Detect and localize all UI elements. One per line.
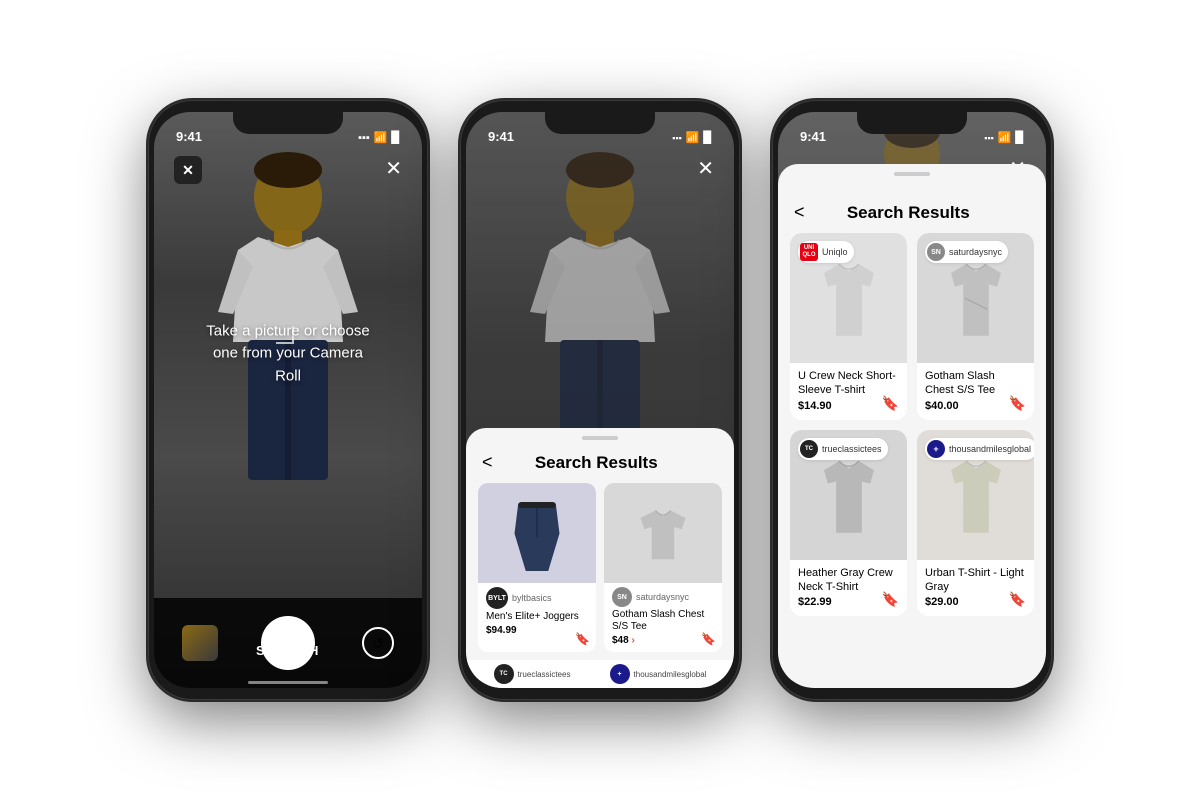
trueclassic-brand-badge: TC trueclassictees: [798, 438, 888, 460]
product-card-joggers[interactable]: BYLT byltbasics Men's Elite+ Joggers $94…: [478, 483, 596, 652]
bookmark-joggers[interactable]: 🔖: [575, 632, 590, 646]
search-results-sheet-3: < Search Results UNIQLO Uniqlo: [778, 164, 1046, 688]
back-button-2[interactable]: <: [482, 452, 493, 473]
bylt-brand-name: byltbasics: [512, 593, 552, 603]
signal-icon-2: ▪▪▪: [672, 133, 682, 143]
product-image-uniqlo: UNIQLO Uniqlo: [790, 233, 907, 363]
signal-icon: ▪▪▪: [358, 132, 370, 144]
wifi-icon: 📶: [374, 131, 388, 144]
thousandmiles-brand-badge: + thousandmilesglobal: [925, 438, 1034, 460]
product-card-saturdays[interactable]: SN saturdaysnyc Gotham Slash Chest S/S T…: [917, 233, 1034, 420]
products-grid-3: UNIQLO Uniqlo U Crew Neck Short-Sleeve T…: [778, 233, 1046, 616]
product-card-thousandmiles[interactable]: + thousandmilesglobal Urban T-Shirt - Li…: [917, 430, 1034, 617]
close-button-2[interactable]: ✕: [697, 156, 714, 181]
sheet-header-2: < Search Results: [466, 452, 734, 483]
camera-instruction-text: Take a picture or choose one from your C…: [198, 320, 378, 388]
signal-icon-3: ▪▪▪: [984, 133, 994, 143]
back-button-3[interactable]: <: [794, 202, 805, 223]
saturdays-brand-label: saturdaysnyc: [949, 247, 1002, 257]
status-icons-3: ▪▪▪ 📶 ▉: [984, 131, 1024, 144]
search-results-sheet-2: < Search Results: [466, 428, 734, 688]
home-indicator-1: [248, 681, 328, 684]
bookmark-tee-2[interactable]: 🔖: [701, 632, 716, 646]
saturdays-brand-badge: SN saturdaysnyc: [925, 241, 1008, 263]
bookmark-thousandmiles[interactable]: 🔖: [1009, 591, 1026, 608]
phone-1: Take a picture or choose one from your C…: [148, 100, 428, 700]
saturdays-logo: SN: [927, 243, 945, 261]
product-image-trueclassic: TC trueclassictees: [790, 430, 907, 560]
product-name-tee-2: Gotham Slash Chest S/S Tee: [612, 609, 714, 633]
uniqlo-brand-badge: UNIQLO Uniqlo: [798, 241, 854, 263]
sheet-title-2: Search Results: [505, 453, 688, 473]
app-logo[interactable]: ✕: [174, 156, 202, 184]
battery-icon-2: ▉: [704, 131, 712, 144]
product-price-joggers: $94.99: [486, 625, 588, 636]
phone-3: 9:41 ▪▪▪ 📶 ▉ ✕ < Search Results: [772, 100, 1052, 700]
sheet-handle-2: [582, 436, 618, 440]
product-image-thousandmiles: + thousandmilesglobal: [917, 430, 1034, 560]
close-button-1[interactable]: ✕: [385, 156, 402, 181]
status-time-1: 9:41: [176, 129, 202, 144]
saturdays-brand-name: saturdaysnyc: [636, 592, 689, 602]
product-name-uniqlo: U Crew Neck Short-Sleeve T-shirt: [798, 369, 899, 398]
product-name-trueclassic: Heather Gray Crew Neck T-Shirt: [798, 566, 899, 595]
sheet-handle-3: [894, 172, 930, 176]
thousandmiles-logo-strip: +: [610, 664, 630, 684]
product-name-joggers: Men's Elite+ Joggers: [486, 611, 588, 623]
saturdays-brand-logo: SN: [612, 587, 632, 607]
product-name-thousandmiles: Urban T-Shirt - Light Gray: [925, 566, 1026, 595]
search-label: SEARCH: [256, 643, 320, 658]
trueclassic-logo: TC: [800, 440, 818, 458]
status-time-3: 9:41: [800, 129, 826, 144]
sheet-title-3: Search Results: [817, 203, 1000, 223]
bookmark-uniqlo[interactable]: 🔖: [882, 395, 899, 412]
notch-3: [857, 112, 967, 134]
product-image-saturdays: SN saturdaysnyc: [917, 233, 1034, 363]
bookmark-saturdays[interactable]: 🔖: [1009, 395, 1026, 412]
sheet-header-3: < Search Results: [778, 188, 1046, 233]
wifi-icon-3: 📶: [998, 131, 1012, 144]
thousandmiles-logo: +: [927, 440, 945, 458]
product-card-tee-2[interactable]: SN saturdaysnyc Gotham Slash Chest S/S T…: [604, 483, 722, 652]
thousandmiles-strip: + thousandmilesglobal: [610, 664, 707, 684]
thousandmiles-name-strip: thousandmilesglobal: [634, 670, 707, 679]
phone-2: 9:41 ▪▪▪ 📶 ▉ ✕ < Search Results: [460, 100, 740, 700]
bylt-brand-logo: BYLT: [486, 587, 508, 609]
product-image-joggers: [478, 483, 596, 583]
brand-strip-2: TC trueclassictees + thousandmilesglobal: [466, 660, 734, 688]
uniqlo-logo: UNIQLO: [800, 243, 818, 261]
photo-library-button[interactable]: [182, 625, 218, 661]
trueclassic-brand-label: trueclassictees: [822, 444, 882, 454]
products-grid-2: BYLT byltbasics Men's Elite+ Joggers $94…: [466, 483, 734, 652]
thousandmiles-brand-label: thousandmilesglobal: [949, 444, 1031, 454]
battery-icon: ▉: [392, 131, 400, 144]
status-time-2: 9:41: [488, 129, 514, 144]
camera-switch-button[interactable]: ↺: [362, 627, 394, 659]
notch-2: [545, 112, 655, 134]
product-name-saturdays: Gotham Slash Chest S/S Tee: [925, 369, 1026, 398]
product-card-trueclassic[interactable]: TC trueclassictees Heather Gray Crew Nec…: [790, 430, 907, 617]
trueclassic-strip: TC trueclassictees: [494, 664, 571, 684]
trueclassic-logo-strip: TC: [494, 664, 514, 684]
product-image-tee-2: [604, 483, 722, 583]
battery-icon-3: ▉: [1016, 131, 1024, 144]
trueclassic-name-strip: trueclassictees: [518, 670, 571, 679]
product-price-tee-2: $48: [612, 635, 714, 646]
product-card-uniqlo[interactable]: UNIQLO Uniqlo U Crew Neck Short-Sleeve T…: [790, 233, 907, 420]
uniqlo-brand-label: Uniqlo: [822, 247, 848, 257]
status-icons-2: ▪▪▪ 📶 ▉: [672, 131, 712, 144]
bookmark-trueclassic[interactable]: 🔖: [882, 591, 899, 608]
status-icons-1: ▪▪▪ 📶 ▉: [358, 131, 400, 144]
notch-1: [233, 112, 343, 134]
wifi-icon-2: 📶: [686, 131, 700, 144]
